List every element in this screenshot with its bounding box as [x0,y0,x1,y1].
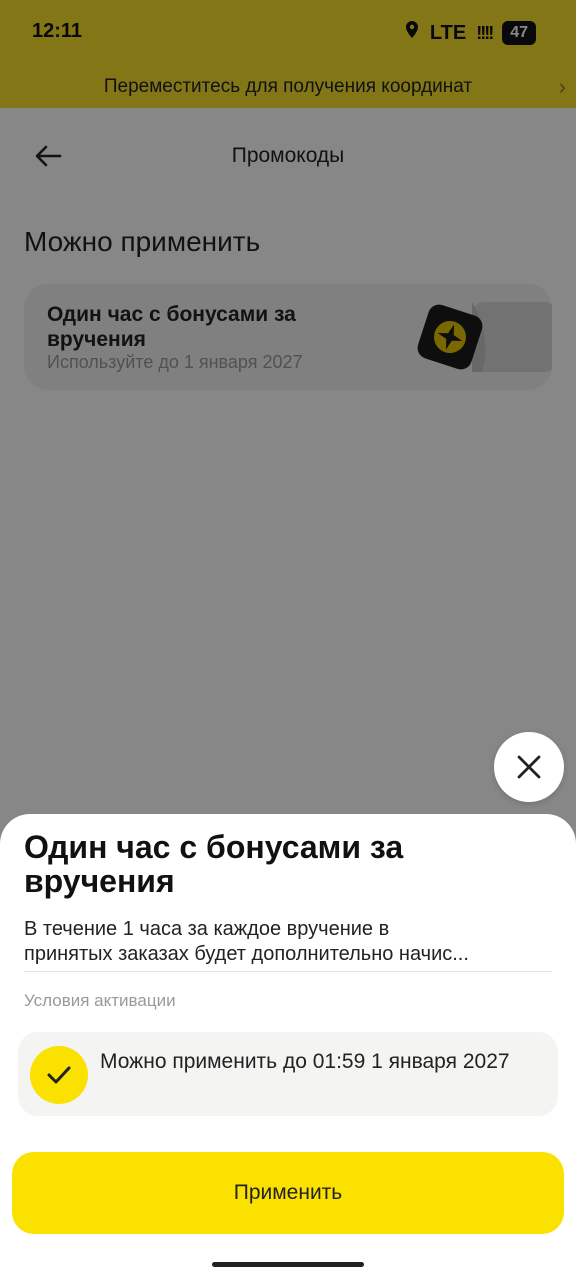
sheet-description-line-2: принятых заказах будет дополнительно нач… [24,943,469,965]
divider [24,971,552,972]
close-icon [517,755,541,779]
apply-button[interactable]: Применить [12,1152,564,1234]
condition-card: Можно применить до 01:59 1 января 2027 [18,1032,558,1116]
promo-bottom-sheet: Один час с бонусами за вручения В течени… [0,814,576,1280]
sheet-description[interactable]: В течение 1 часа за каждое вручение в пр… [24,917,552,967]
home-indicator[interactable] [212,1262,364,1267]
conditions-label: Условия активации [24,991,176,1010]
checkmark-icon [47,1066,71,1084]
sheet-description-line-1: В течение 1 часа за каждое вручение в [24,918,390,940]
check-badge [30,1046,88,1104]
sheet-title: Один час с бонусами за вручения [24,829,404,899]
condition-text: Можно применить до 01:59 1 января 2027 [100,1050,510,1073]
screen: 12:11 LTE !!!! 47 Переместитесь для полу… [0,0,576,1280]
close-button[interactable] [494,732,564,802]
